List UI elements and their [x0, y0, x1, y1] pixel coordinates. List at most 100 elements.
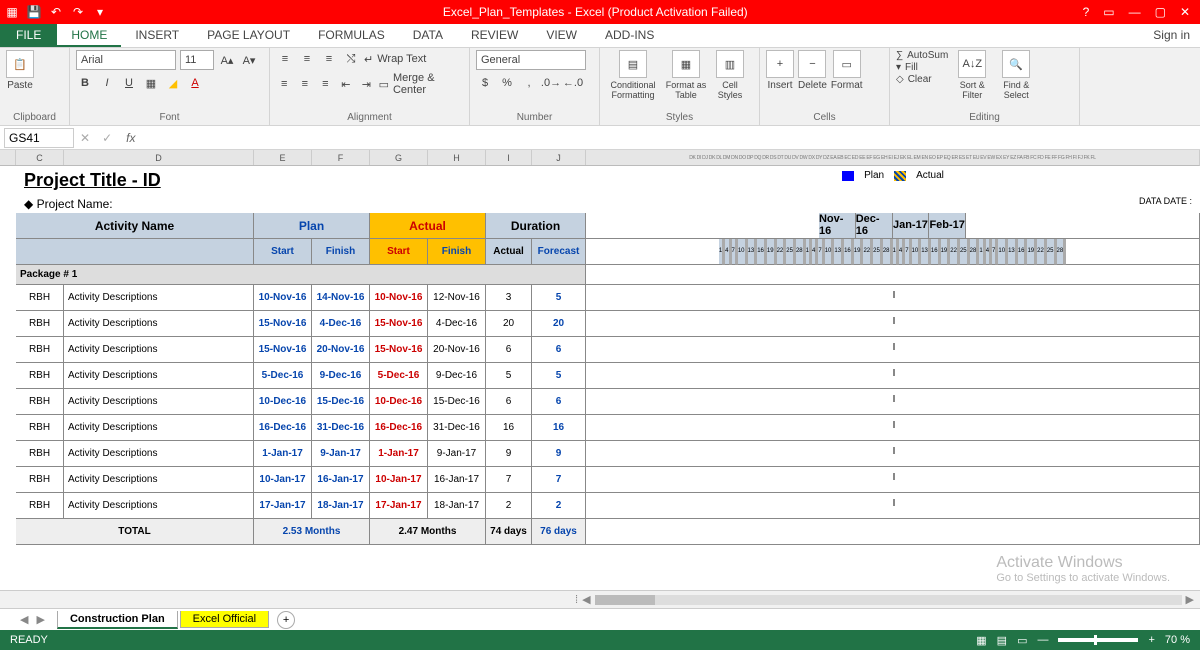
cell[interactable]: 7 [486, 467, 532, 493]
cell[interactable]: 15-Nov-16 [370, 337, 428, 363]
tab-view[interactable]: VIEW [532, 24, 591, 47]
cell[interactable]: 6 [532, 389, 586, 415]
tab-insert[interactable]: INSERT [121, 24, 193, 47]
cell[interactable]: 20 [532, 311, 586, 337]
cell[interactable]: 9 [532, 441, 586, 467]
tab-nav-prev-icon[interactable]: ◀ [20, 613, 28, 626]
cell[interactable]: RBH [16, 493, 64, 519]
cell[interactable]: 15-Nov-16 [254, 337, 312, 363]
project-name-label[interactable]: Project Name: [16, 195, 586, 213]
cell[interactable]: 6 [532, 337, 586, 363]
cell[interactable]: RBH [16, 311, 64, 337]
project-title[interactable]: Project Title - ID [16, 166, 586, 195]
grow-font-icon[interactable]: A▴ [218, 51, 236, 69]
cell[interactable]: 16 [486, 415, 532, 441]
zoom-level[interactable]: 70 % [1165, 634, 1190, 646]
cell[interactable]: 16-Jan-17 [428, 467, 486, 493]
bold-button[interactable]: B [76, 74, 94, 92]
orientation-icon[interactable]: ⤭ [342, 50, 360, 68]
cell[interactable]: 15-Dec-16 [312, 389, 370, 415]
maximize-icon[interactable]: ▢ [1155, 5, 1166, 19]
cell[interactable]: 15-Dec-16 [428, 389, 486, 415]
font-select[interactable]: Arial [76, 50, 176, 70]
autosum-button[interactable]: ∑AutoSum [896, 50, 948, 61]
minimize-icon[interactable]: — [1129, 5, 1141, 19]
cell[interactable]: 6 [486, 389, 532, 415]
zoom-out-icon[interactable]: — [1037, 634, 1048, 646]
cell[interactable]: Activity Descriptions [64, 415, 254, 441]
format-cells-button[interactable]: ▭Format [831, 50, 863, 91]
cancel-formula-icon[interactable]: ✕ [80, 131, 90, 145]
cell[interactable]: 17-Jan-17 [370, 493, 428, 519]
scrollbar-thumb[interactable] [595, 595, 655, 605]
cell[interactable]: Activity Descriptions [64, 311, 254, 337]
cell[interactable]: 5-Dec-16 [370, 363, 428, 389]
delete-cells-button[interactable]: −Delete [798, 50, 827, 91]
sort-filter-button[interactable]: A↓ZSort & Filter [952, 50, 992, 100]
view-page-icon[interactable]: ▤ [997, 634, 1007, 647]
tab-file[interactable]: FILE [0, 24, 57, 47]
cell[interactable]: 12-Nov-16 [428, 285, 486, 311]
align-center-icon[interactable]: ≡ [297, 75, 314, 93]
formula-input[interactable] [143, 128, 1196, 148]
cell[interactable]: 6 [486, 337, 532, 363]
cell[interactable]: Activity Descriptions [64, 493, 254, 519]
cell[interactable]: Activity Descriptions [64, 441, 254, 467]
cell[interactable]: 17-Jan-17 [254, 493, 312, 519]
cell[interactable]: 5 [532, 285, 586, 311]
cell[interactable]: RBH [16, 363, 64, 389]
indent-dec-icon[interactable]: ⇤ [338, 75, 355, 93]
tab-nav-next-icon[interactable]: ▶ [36, 613, 44, 626]
signin-link[interactable]: Sign in [1143, 24, 1200, 47]
cell[interactable]: RBH [16, 415, 64, 441]
comma-icon[interactable]: , [520, 74, 538, 92]
cell[interactable]: 20-Nov-16 [312, 337, 370, 363]
ribbon-options-icon[interactable]: ▭ [1103, 5, 1114, 19]
cell[interactable]: 31-Dec-16 [428, 415, 486, 441]
cell[interactable]: 31-Dec-16 [312, 415, 370, 441]
cell[interactable]: 10-Nov-16 [254, 285, 312, 311]
fx-icon[interactable]: fx [126, 131, 135, 145]
fill-color-icon[interactable]: ◢ [164, 74, 182, 92]
cell[interactable]: 9-Jan-17 [312, 441, 370, 467]
border-icon[interactable]: ▦ [142, 74, 160, 92]
find-select-button[interactable]: 🔍Find & Select [996, 50, 1036, 100]
cell[interactable]: 10-Dec-16 [254, 389, 312, 415]
cell-styles-button[interactable]: ▥Cell Styles [712, 50, 748, 100]
cell[interactable]: 1-Jan-17 [370, 441, 428, 467]
sheet-tab-construction-plan[interactable]: Construction Plan [57, 611, 178, 629]
wrap-text-button[interactable]: ↵Wrap Text [364, 53, 426, 66]
data-rows[interactable]: RBHActivity Descriptions10-Nov-1614-Nov-… [16, 285, 1200, 519]
cell[interactable]: 9-Dec-16 [428, 363, 486, 389]
cell[interactable]: RBH [16, 285, 64, 311]
cell[interactable]: 9 [486, 441, 532, 467]
cell[interactable]: Activity Descriptions [64, 337, 254, 363]
tab-page-layout[interactable]: PAGE LAYOUT [193, 24, 304, 47]
customize-qat-icon[interactable]: ▾ [92, 4, 108, 20]
shrink-font-icon[interactable]: A▾ [240, 51, 258, 69]
tab-addins[interactable]: ADD-INS [591, 24, 668, 47]
cell[interactable]: 15-Nov-16 [370, 311, 428, 337]
align-left-icon[interactable]: ≡ [276, 75, 293, 93]
cell[interactable]: RBH [16, 389, 64, 415]
horizontal-scrollbar[interactable]: ⁞ ◀ ▶ [0, 590, 1200, 608]
cell[interactable]: 16 [532, 415, 586, 441]
package-row[interactable]: Package # 1 [16, 265, 586, 285]
cell[interactable]: 10-Dec-16 [370, 389, 428, 415]
cell[interactable]: RBH [16, 441, 64, 467]
cell[interactable]: 3 [486, 285, 532, 311]
tab-data[interactable]: DATA [399, 24, 457, 47]
cell[interactable]: Activity Descriptions [64, 363, 254, 389]
view-break-icon[interactable]: ▭ [1017, 634, 1027, 647]
save-icon[interactable]: 💾 [26, 4, 42, 20]
align-right-icon[interactable]: ≡ [317, 75, 334, 93]
tab-home[interactable]: HOME [57, 24, 121, 47]
cell[interactable]: 20 [486, 311, 532, 337]
cell[interactable]: 9-Jan-17 [428, 441, 486, 467]
align-middle-icon[interactable]: ≡ [298, 50, 316, 68]
worksheet[interactable]: C D E F G H I J DK DI DJ DK DL DM DN DO … [0, 150, 1200, 590]
cell[interactable]: 16-Dec-16 [254, 415, 312, 441]
cell[interactable]: 10-Jan-17 [254, 467, 312, 493]
scroll-right-icon[interactable]: ▶ [1186, 593, 1194, 606]
help-icon[interactable]: ? [1083, 5, 1090, 19]
